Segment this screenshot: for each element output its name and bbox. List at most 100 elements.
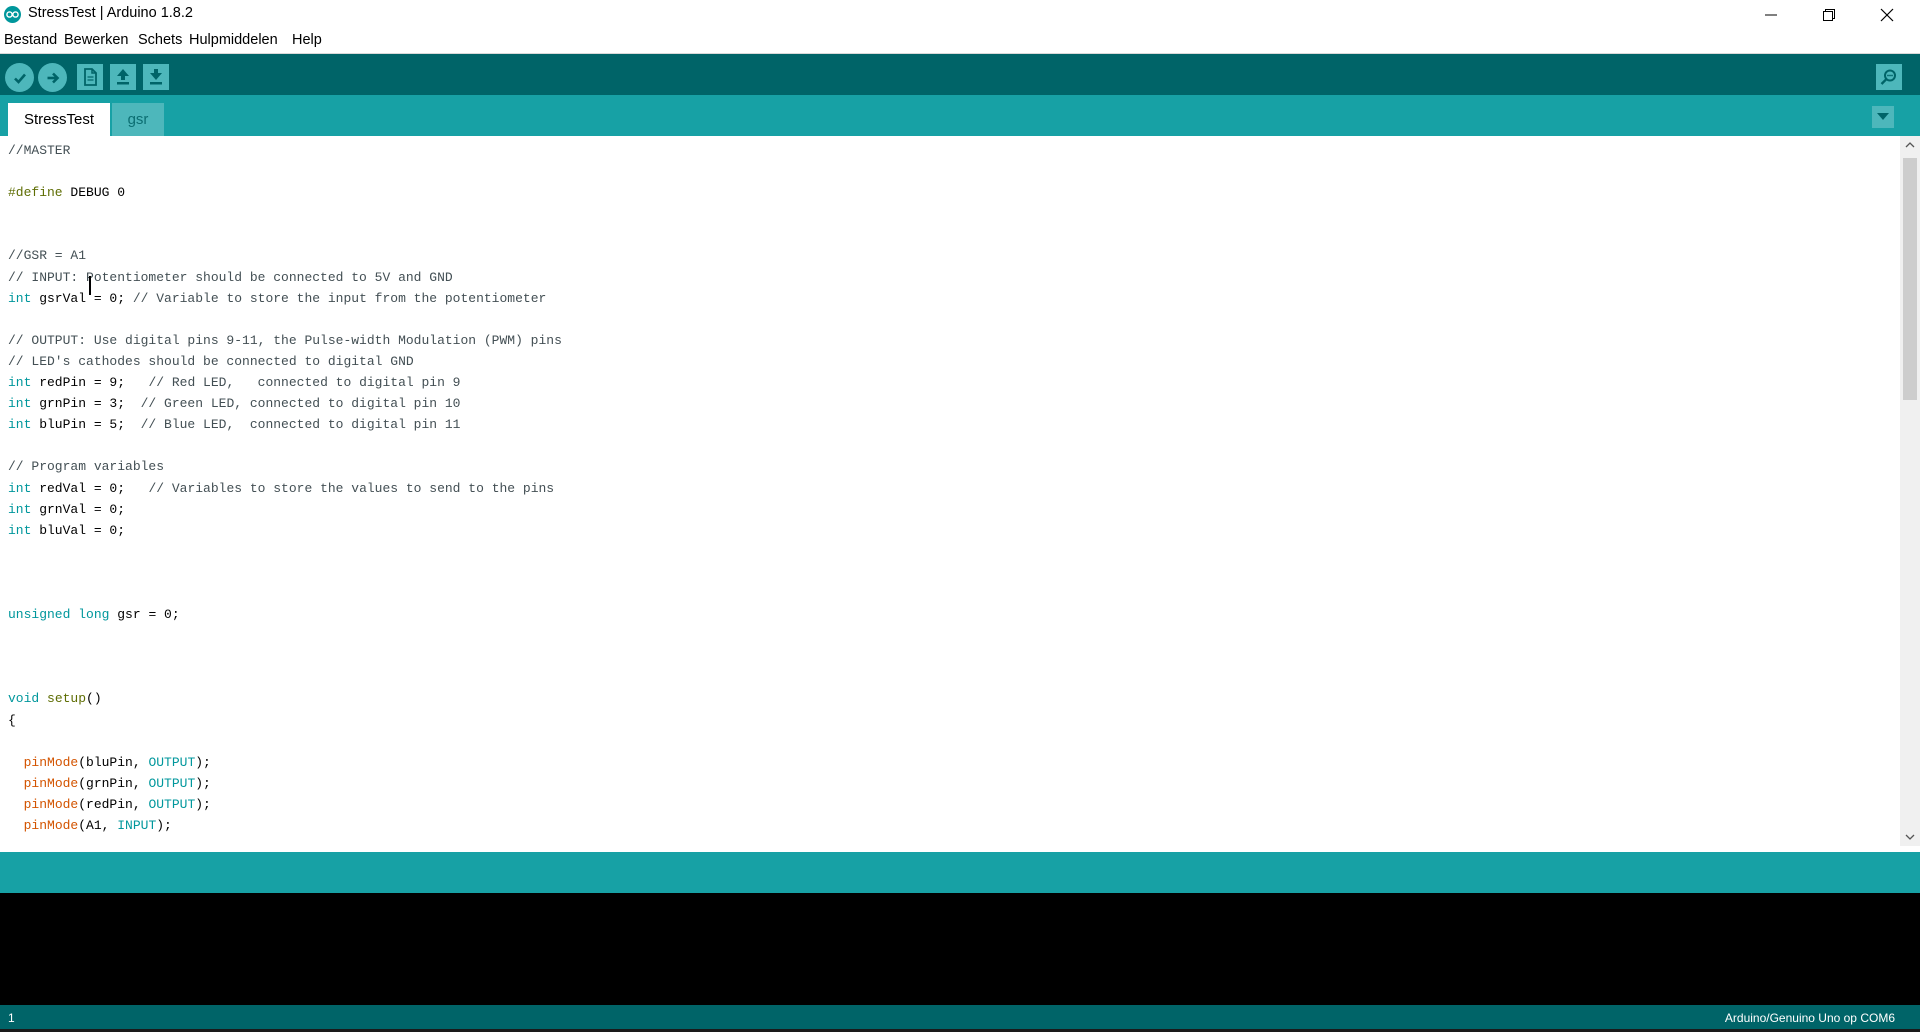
code-line: pinMode(grnPin, OUTPUT);: [8, 773, 562, 794]
code-line: // Program variables: [8, 456, 562, 477]
code-line: //MASTER: [8, 140, 562, 161]
code-token: void: [8, 691, 40, 707]
new-sketch-button[interactable]: [77, 64, 103, 90]
line-number: 1: [8, 1011, 15, 1025]
tab-bar: StressTest gsr: [0, 95, 1920, 136]
code-token: pinMode: [23, 754, 79, 770]
code-line: int grnVal = 0;: [8, 499, 562, 520]
code-token: int: [8, 501, 32, 517]
code-token: unsigned: [8, 607, 71, 623]
code-line: {: [8, 710, 562, 731]
code-token: int: [8, 375, 32, 391]
menu-bewerken[interactable]: Bewerken: [64, 32, 128, 48]
code-token: int: [8, 290, 32, 306]
restore-button[interactable]: [1800, 0, 1858, 29]
code-token: (grnPin,: [78, 775, 149, 791]
chevron-up-icon: [1905, 142, 1915, 148]
code-token: // LED's cathodes should be connected to…: [8, 353, 414, 369]
menu-bestand[interactable]: Bestand: [4, 32, 57, 48]
arrow-right-icon: [47, 72, 59, 83]
code-token: OUTPUT: [148, 796, 196, 812]
scroll-thumb[interactable]: [1903, 158, 1917, 400]
code-line: #define DEBUG 0: [8, 182, 562, 203]
code-token: INPUT: [117, 818, 157, 833]
title-bar: StressTest | Arduino 1.8.2: [0, 0, 1920, 29]
code-token: OUTPUT: [148, 754, 196, 770]
menu-hulpmiddelen[interactable]: Hulpmiddelen: [189, 32, 278, 48]
code-token: );: [195, 796, 211, 812]
upload-button[interactable]: [38, 63, 67, 92]
board-port-info: Arduino/Genuino Uno op COM6: [1724, 1011, 1895, 1025]
code-token: grnVal = 0;: [31, 501, 126, 517]
verify-button[interactable]: [5, 63, 34, 92]
tab-gsr[interactable]: gsr: [112, 103, 164, 136]
minimize-button[interactable]: [1742, 0, 1800, 29]
code-token: //GSR = A1: [8, 248, 87, 264]
code-token: // Green LED, connected to digital pin 1…: [140, 396, 461, 412]
code-token: );: [195, 754, 211, 770]
code-token: pinMode: [23, 796, 79, 812]
open-button[interactable]: [110, 64, 136, 90]
code-token: int: [8, 396, 32, 412]
close-button[interactable]: [1858, 0, 1916, 29]
code-token: // Red LED, connected to digital pin 9: [148, 375, 461, 391]
code-line: int redPin = 9; // Red LED, connected to…: [8, 372, 562, 393]
console-output[interactable]: [0, 893, 1920, 1005]
code-token: (A1,: [78, 818, 118, 833]
code-token: int: [8, 417, 32, 433]
tab-stresstest[interactable]: StressTest: [8, 103, 110, 136]
code-token: int: [8, 522, 32, 538]
save-button[interactable]: [143, 64, 169, 90]
arduino-logo-icon: [4, 6, 21, 23]
new-sketch-icon: [84, 68, 97, 86]
code-token: redVal = 0;: [31, 480, 149, 496]
message-bar: [0, 852, 1920, 893]
serial-monitor-button[interactable]: [1876, 64, 1902, 90]
editor-scrollbar[interactable]: [1900, 136, 1920, 846]
code-editor[interactable]: //MASTER #define DEBUG 0 //GSR = A1 // INP…: [0, 136, 1900, 846]
chevron-down-icon: [1905, 834, 1915, 840]
code-token: );: [195, 775, 211, 791]
code-line: int gsrVal = 0; // Variable to store the…: [8, 288, 562, 309]
triangle-down-icon: [1877, 113, 1889, 120]
code-line: int redVal = 0; // Variables to store th…: [8, 478, 562, 499]
code-line: unsigned long gsr = 0;: [8, 604, 562, 625]
code-token: int: [8, 480, 32, 496]
code-token: bluPin = 5;: [31, 417, 141, 433]
scroll-up-button[interactable]: [1900, 136, 1920, 154]
code-line: pinMode(redPin, OUTPUT);: [8, 794, 562, 815]
code-token: (redPin,: [78, 796, 149, 812]
code-token: long: [78, 607, 110, 623]
code-line: void setup(): [8, 688, 562, 709]
save-icon: [150, 69, 162, 85]
close-icon: [1880, 8, 1894, 21]
code-token: // Blue LED, connected to digital pin 11: [140, 417, 461, 433]
code-line: pinMode(bluPin, OUTPUT);: [8, 752, 562, 773]
code-line: int bluPin = 5; // Blue LED, connected t…: [8, 414, 562, 435]
status-bar: 1 Arduino/Genuino Uno op COM6: [0, 1005, 1920, 1029]
code-token: {: [8, 712, 16, 728]
tab-menu-button[interactable]: [1872, 106, 1894, 128]
code-token: // Variables to store the values to send…: [148, 480, 555, 496]
code-line: // LED's cathodes should be connected to…: [8, 351, 562, 372]
menu-schets[interactable]: Schets: [138, 32, 182, 48]
scroll-down-button[interactable]: [1900, 828, 1920, 846]
code-token: // INPUT: Potentiometer should be connec…: [8, 269, 453, 285]
menu-help[interactable]: Help: [292, 32, 322, 48]
code-token: redPin = 9;: [31, 375, 149, 391]
code-line: int grnPin = 3; // Green LED, connected …: [8, 393, 562, 414]
code-line: // INPUT: Potentiometer should be connec…: [8, 267, 562, 288]
